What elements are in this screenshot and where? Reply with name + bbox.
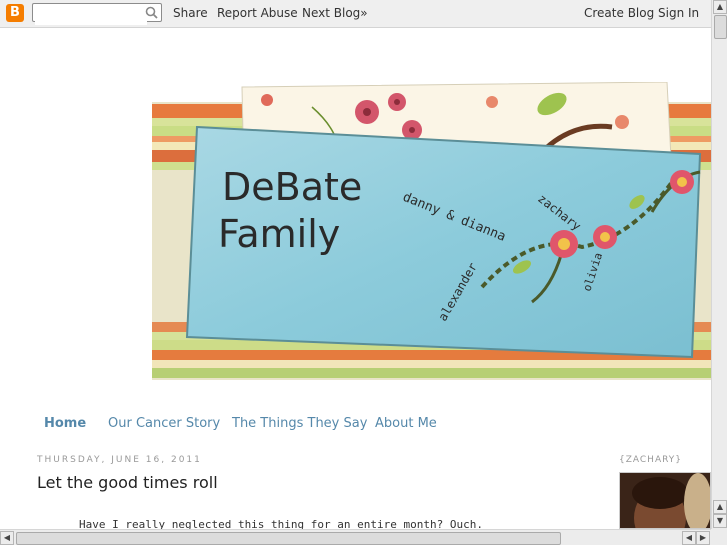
scroll-down-arrow-icon[interactable]: ▼ xyxy=(713,514,727,528)
blogger-navbar: B Share Report Abuse Next Blog» Create B… xyxy=(0,0,711,28)
header-banner[interactable]: DeBate Family danny & dianna zachary ale… xyxy=(152,82,712,382)
create-blog-link[interactable]: Create Blog xyxy=(584,6,654,20)
report-abuse-link[interactable]: Report Abuse xyxy=(217,6,298,20)
tab-home[interactable]: Home xyxy=(44,416,86,431)
vertical-scroll-thumb[interactable] xyxy=(714,15,727,39)
search-icon[interactable] xyxy=(145,6,158,19)
post-title[interactable]: Let the good times roll xyxy=(37,473,218,492)
blog-title-line1: DeBate xyxy=(222,165,362,209)
child-photo-image xyxy=(620,473,710,528)
scroll-left-arrow-icon[interactable]: ◀ xyxy=(0,531,14,545)
post-date: THURSDAY, JUNE 16, 2011 xyxy=(37,455,202,465)
vertical-scrollbar[interactable]: ▲ ▲ ▼ xyxy=(711,0,727,529)
share-link[interactable]: Share xyxy=(173,6,208,20)
tab-our-cancer-story[interactable]: Our Cancer Story xyxy=(108,416,220,431)
sign-in-link[interactable]: Sign In xyxy=(658,6,699,20)
scrollbar-corner xyxy=(711,529,727,545)
scroll-left-small-arrow-icon[interactable]: ◀ xyxy=(682,531,696,545)
scroll-right-arrow-icon[interactable]: ▶ xyxy=(696,531,710,545)
profile-photo[interactable] xyxy=(619,472,711,529)
tab-about-me[interactable]: About Me xyxy=(375,416,437,431)
blog-title-line2: Family xyxy=(218,212,340,256)
scroll-up-arrow-icon[interactable]: ▲ xyxy=(713,0,727,14)
search-box[interactable] xyxy=(32,3,162,25)
scroll-up-small-arrow-icon[interactable]: ▲ xyxy=(713,500,727,514)
horizontal-scrollbar[interactable]: ◀ ◀ ▶ xyxy=(0,529,711,545)
blogger-logo-icon[interactable]: B xyxy=(6,4,24,22)
tab-the-things-they-say[interactable]: The Things They Say xyxy=(232,416,367,431)
horizontal-scroll-thumb[interactable] xyxy=(16,532,561,545)
search-input[interactable] xyxy=(35,7,147,25)
sidebar-widget-title: {ZACHARY} xyxy=(619,455,682,465)
next-blog-link[interactable]: Next Blog» xyxy=(302,6,368,20)
